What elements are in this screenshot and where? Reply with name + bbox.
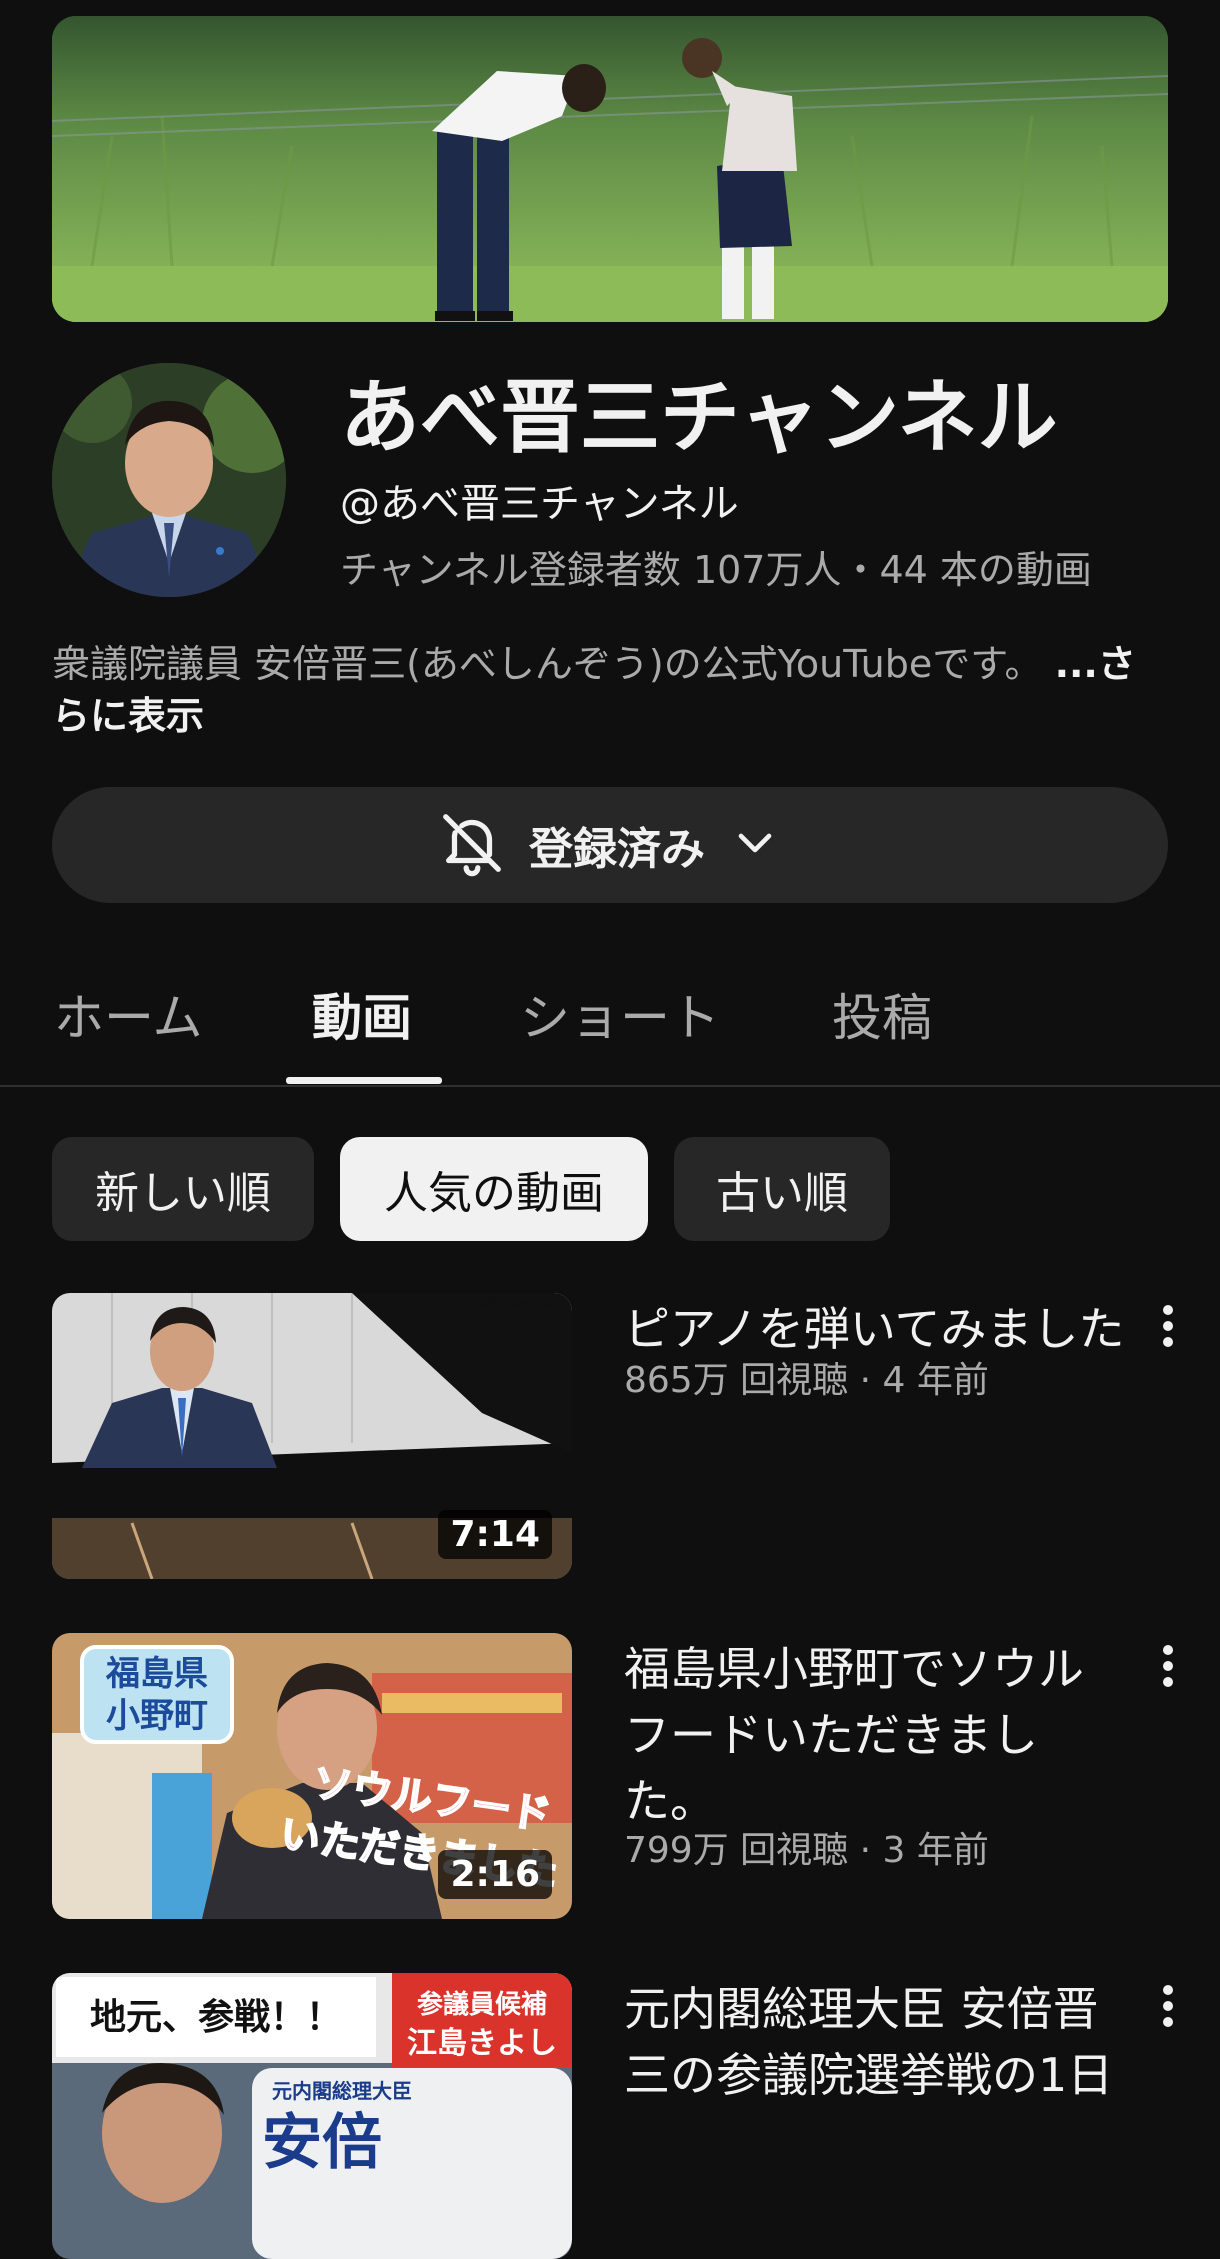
channel-handle: @あべ晋三チャンネル: [340, 481, 739, 527]
subscribed-button[interactable]: 登録済み: [52, 787, 1168, 903]
channel-avatar[interactable]: [52, 363, 286, 597]
thumbnail-caption: 福島県: [105, 1654, 208, 1694]
video-thumbnail[interactable]: 地元、参戦！！ 参議員候補 江島きよし 元内閣総理大臣 安倍: [52, 1973, 572, 2259]
thumbnail-caption: 江島きよし: [407, 2026, 557, 2061]
thumbnail-caption: 参議員候補: [417, 1989, 547, 2020]
thumbnail-caption: 元内閣総理大臣: [272, 2079, 412, 2103]
bell-off-icon: [437, 808, 507, 882]
video-duration: 7:14: [438, 1510, 552, 1559]
more-options-icon[interactable]: [1148, 1636, 1188, 1696]
video-duration: 2:16: [438, 1850, 552, 1899]
video-title[interactable]: 元内閣総理大臣 安倍晋三の参議院選挙戦の1日: [624, 1976, 1124, 2108]
active-tab-indicator: [286, 1077, 442, 1084]
thumbnail-caption: CURTAIN CALL: [474, 1296, 562, 1310]
video-thumbnail[interactable]: CURTAIN CALL 7:14: [52, 1293, 572, 1579]
tab-home[interactable]: ホーム: [54, 945, 203, 1083]
chip-popular[interactable]: 人気の動画: [340, 1137, 648, 1241]
thumbnail-caption: 地元、参戦！！: [90, 1997, 342, 2038]
subscribed-label: 登録済み: [529, 824, 705, 875]
description-text: 衆議院議員 安倍晋三(あべしんぞう)の公式YouTubeです。: [52, 642, 1043, 686]
channel-name: あべ晋三チャンネル: [340, 371, 1058, 464]
banner-image: [52, 16, 1168, 322]
video-meta: 799万 回視聴 · 3 年前: [624, 1830, 989, 1871]
chevron-down-icon: [727, 815, 783, 875]
channel-stats: チャンネル登録者数 107万人・44 本の動画: [340, 548, 1092, 592]
channel-description[interactable]: 衆議院議員 安倍晋三(あべしんぞう)の公式YouTubeです。 ...さらに表示: [52, 638, 1142, 742]
video-meta: 865万 回視聴 · 4 年前: [624, 1360, 989, 1401]
tab-shorts[interactable]: ショート: [520, 945, 720, 1083]
thumbnail-caption: 安倍: [262, 2108, 382, 2178]
tab-posts[interactable]: 投稿: [832, 945, 932, 1083]
channel-banner: [52, 16, 1168, 322]
more-options-icon[interactable]: [1148, 1976, 1188, 2036]
video-thumbnail[interactable]: 福島県 小野町 ソウルフード いただきました 2:16: [52, 1633, 572, 1919]
tab-videos[interactable]: 動画: [312, 945, 412, 1083]
more-options-icon[interactable]: [1148, 1296, 1188, 1356]
channel-tabs: ホーム 動画 ショート 投稿: [0, 945, 1220, 1087]
chip-newest[interactable]: 新しい順: [52, 1137, 314, 1241]
chip-oldest[interactable]: 古い順: [674, 1137, 890, 1241]
thumbnail-caption: 小野町: [106, 1696, 208, 1736]
avatar-image: [52, 363, 286, 597]
video-title[interactable]: 福島県小野町でソウルフードいただきました。: [624, 1636, 1094, 1834]
video-title[interactable]: ピアノを弾いてみました: [624, 1296, 1144, 1362]
thumbnail-image: 地元、参戦！！ 参議員候補 江島きよし 元内閣総理大臣 安倍: [52, 1973, 572, 2259]
